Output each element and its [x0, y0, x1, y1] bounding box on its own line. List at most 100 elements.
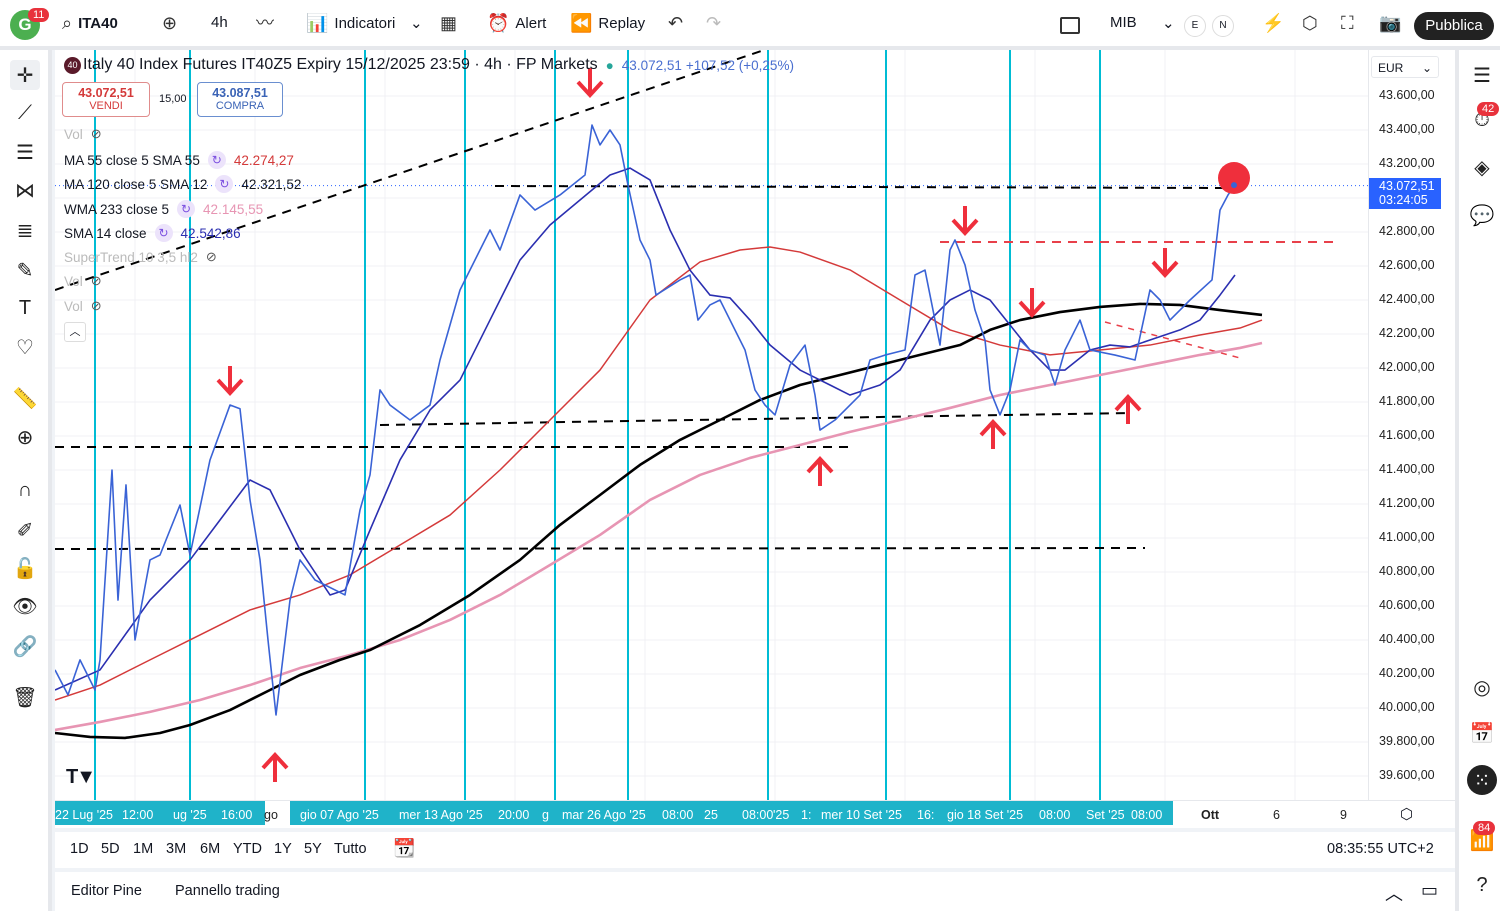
price-label: 39.800,00: [1379, 734, 1435, 748]
zoom-tool[interactable]: ⊕: [10, 422, 40, 452]
buy-price: 43.087,51: [212, 86, 268, 100]
range-button[interactable]: Tutto: [334, 841, 367, 857]
indicator-name: WMA 233 close 5: [64, 201, 170, 217]
layout-name[interactable]: MIB: [1110, 14, 1137, 31]
lock-drawings-tool[interactable]: 🔓: [10, 553, 40, 583]
range-button[interactable]: 1D: [70, 841, 89, 857]
price-label: 41.000,00: [1379, 530, 1435, 544]
layouts-button[interactable]: ▦: [440, 14, 457, 32]
publish-button[interactable]: Pubblica: [1414, 12, 1494, 40]
currency-select[interactable]: EUR ⌄: [1371, 56, 1439, 78]
layout-square-button[interactable]: [1060, 17, 1080, 34]
replay-button[interactable]: ⏪ Replay: [570, 14, 645, 32]
favorites-tool[interactable]: ♡: [10, 332, 40, 362]
lines-icon: ☰: [16, 141, 34, 164]
session-e-button[interactable]: E: [1184, 15, 1206, 37]
text-tool[interactable]: T: [10, 293, 40, 323]
remove-drawings-tool[interactable]: 🗑: [10, 682, 40, 712]
measure-tool[interactable]: 📏: [10, 383, 40, 413]
redo-button[interactable]: ↷: [706, 14, 721, 32]
range-button[interactable]: YTD: [233, 841, 262, 857]
buy-button[interactable]: 43.087,51 COMPRA: [197, 82, 283, 117]
eye-off-icon[interactable]: ⊘: [206, 249, 217, 265]
layout-dropdown[interactable]: ⌄: [1162, 14, 1175, 32]
tab-pine-editor[interactable]: Editor Pine: [71, 883, 142, 899]
range-button[interactable]: 5D: [101, 841, 120, 857]
fullscreen-button[interactable]: ⛶: [1341, 14, 1354, 32]
time-axis[interactable]: 22 Lug '25 12:00 ug '25 16:00 go gio 07 Ago '…: [55, 800, 1455, 828]
indicator-supertrend[interactable]: SuperTrend 10 3,5 hl2 ⊘: [64, 249, 217, 265]
horizontal-lines-tool[interactable]: ☰: [10, 137, 40, 167]
chart-type-button[interactable]: 〰: [256, 14, 274, 32]
help-button[interactable]: ?: [1467, 870, 1497, 900]
sell-button[interactable]: 43.072,51 VENDI: [62, 82, 150, 117]
chevron-up-icon: ︿: [1385, 884, 1403, 904]
indicator-name: Vol: [64, 126, 83, 142]
expand-panel-button[interactable]: ︿: [1385, 880, 1403, 906]
indicators-dropdown[interactable]: ⌄: [410, 14, 423, 32]
indicator-sma14[interactable]: SMA 14 close ↻ 42.542,86: [64, 224, 241, 242]
eye-off-icon[interactable]: ⊘: [91, 298, 102, 314]
lightning-search-icon: ⚡: [1262, 13, 1285, 33]
indicator-name: MA 120 close 5 SMA 12: [64, 176, 208, 192]
price-label: 43.200,00: [1379, 156, 1435, 170]
sync-drawings-tool[interactable]: 🔗: [10, 631, 40, 661]
trendline-tool[interactable]: ⟋: [10, 98, 40, 128]
indicator-ma55[interactable]: MA 55 close 5 SMA 55 ↻ 42.274,27: [64, 151, 294, 169]
session-n-button[interactable]: N: [1212, 15, 1234, 37]
speedometer-button[interactable]: ◎: [1467, 672, 1497, 702]
quick-search-button[interactable]: ⚡: [1262, 14, 1284, 32]
maximize-panel-button[interactable]: ▭: [1421, 880, 1438, 901]
price-label: 42.600,00: [1379, 258, 1435, 272]
eye-off-icon[interactable]: ⊘: [91, 273, 102, 289]
indicator-value: 42.274,27: [233, 152, 294, 168]
arrow-down-icon: [1018, 288, 1046, 318]
alert-button[interactable]: ⏰ Alert: [487, 14, 546, 32]
magnet-tool[interactable]: ∩: [10, 475, 40, 505]
brush-tool[interactable]: ✎: [10, 255, 40, 285]
goto-date-button[interactable]: 📆: [393, 838, 415, 859]
clock[interactable]: 08:35:55 UTC+2: [1327, 841, 1434, 857]
range-button[interactable]: 1Y: [274, 841, 292, 857]
price-scale[interactable]: EUR ⌄ 43.600,00 43.400,00 43.200,00 42.800,0…: [1368, 50, 1450, 800]
rewind-icon: ⏪: [570, 13, 593, 33]
bottom-panel-bar: Editor Pine Pannello trading ︿ ▭: [55, 872, 1455, 911]
settings-button[interactable]: ⬡: [1302, 14, 1318, 32]
symbol-label: ITA40: [78, 14, 118, 32]
range-button[interactable]: 6M: [200, 841, 220, 857]
alert-label: Alert: [515, 14, 547, 32]
range-button[interactable]: 1M: [133, 841, 153, 857]
fib-tool[interactable]: ≣: [10, 215, 40, 245]
apps-button[interactable]: ⁙: [1467, 765, 1497, 795]
layers-button[interactable]: ◈: [1467, 152, 1497, 182]
pattern-tool[interactable]: ⋈: [10, 175, 40, 205]
chevron-up-icon: ︿: [69, 326, 81, 338]
indicators-button[interactable]: 📊 Indicatori: [306, 14, 395, 32]
undo-button[interactable]: ↶: [668, 14, 683, 32]
price-label: 40.600,00: [1379, 598, 1435, 612]
price-label: 43.600,00: [1379, 88, 1435, 102]
range-button[interactable]: 3M: [166, 841, 186, 857]
keep-drawing-tool[interactable]: ✐: [10, 515, 40, 545]
screenshot-button[interactable]: 📷: [1379, 14, 1401, 32]
crosshair-tool[interactable]: ✛: [10, 60, 40, 90]
symbol-search[interactable]: ⌕ ITA40: [62, 14, 118, 32]
indicator-vol-3[interactable]: Vol ⊘: [64, 298, 102, 314]
indicator-vol[interactable]: Vol ⊘: [64, 126, 102, 142]
range-button[interactable]: 5Y: [304, 841, 322, 857]
indicator-ma120[interactable]: MA 120 close 5 SMA 12 ↻ 42.321,52: [64, 175, 301, 193]
hide-drawings-tool[interactable]: 👁: [10, 591, 40, 621]
compare-button[interactable]: ⊕: [162, 14, 177, 32]
eye-off-icon[interactable]: ⊘: [91, 126, 102, 142]
interval-button[interactable]: 4h: [211, 14, 228, 31]
indicator-wma233[interactable]: WMA 233 close 5 ↻ 42.145,55: [64, 200, 263, 218]
price-label: 41.800,00: [1379, 394, 1435, 408]
collapse-legend-button[interactable]: ︿: [64, 322, 86, 342]
chat-button[interactable]: 💬: [1467, 200, 1497, 230]
watchlist-button[interactable]: ☰: [1467, 60, 1497, 90]
calendar-button[interactable]: 📅: [1467, 718, 1497, 748]
axis-settings-button[interactable]: ⬡: [1400, 805, 1413, 823]
exchange-badge: 40: [64, 56, 81, 74]
tab-trading-panel[interactable]: Pannello trading: [175, 883, 280, 899]
indicator-vol-2[interactable]: Vol ⊘: [64, 273, 102, 289]
